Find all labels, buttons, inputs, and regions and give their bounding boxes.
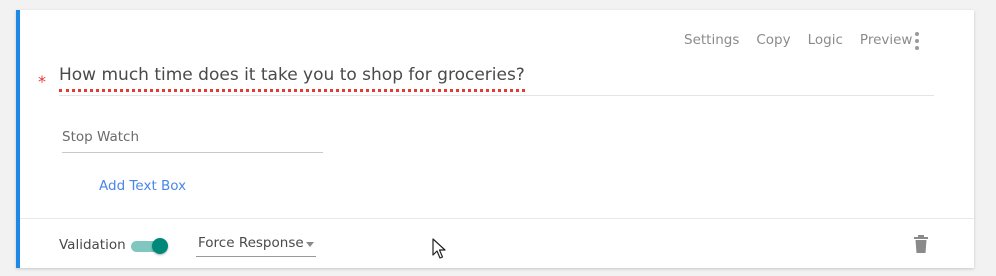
add-text-box-link[interactable]: Add Text Box: [99, 178, 186, 194]
question-divider: [59, 95, 934, 96]
more-options-icon[interactable]: [914, 32, 920, 50]
settings-link[interactable]: Settings: [684, 32, 739, 48]
stopwatch-field[interactable]: Stop Watch: [62, 127, 323, 153]
caret-down-icon: [306, 242, 314, 247]
validation-toggle[interactable]: [131, 238, 169, 254]
question-toolbar: Settings Copy Logic Preview: [684, 32, 929, 48]
mouse-cursor-icon: [432, 238, 446, 259]
preview-link[interactable]: Preview: [860, 32, 913, 48]
copy-link[interactable]: Copy: [756, 32, 790, 48]
force-response-value: Force Response: [198, 235, 304, 251]
trash-icon[interactable]: [914, 235, 928, 253]
logic-link[interactable]: Logic: [808, 32, 843, 48]
question-text[interactable]: How much time does it take you to shop f…: [59, 65, 525, 92]
question-card: Settings Copy Logic Preview * How much t…: [16, 10, 974, 268]
question-footer: Validation Force Response: [20, 218, 974, 268]
validation-label: Validation: [59, 237, 126, 253]
force-response-select[interactable]: Force Response: [196, 235, 316, 257]
required-marker: *: [38, 72, 46, 91]
